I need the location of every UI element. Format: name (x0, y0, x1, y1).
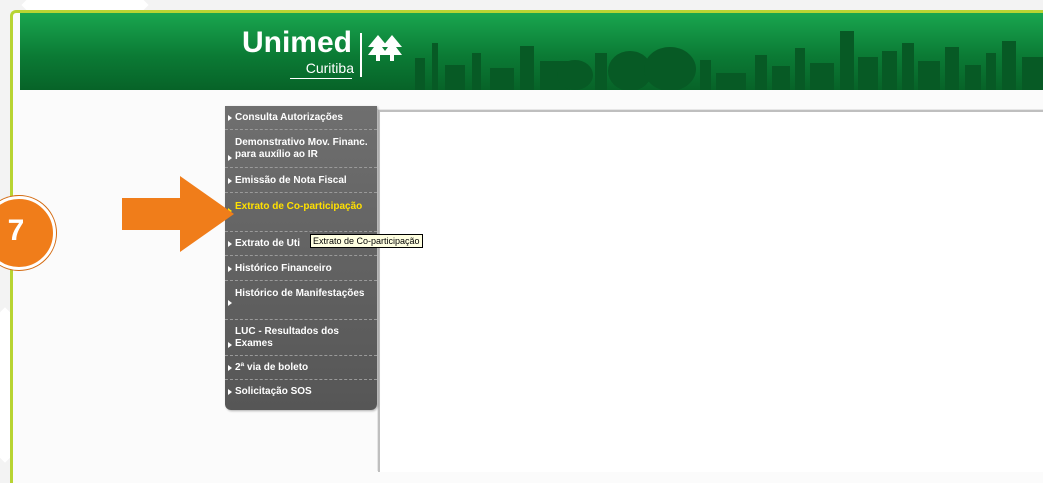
menu-arrow-icon (228, 155, 232, 161)
logo-separator (360, 33, 362, 77)
menu-arrow-icon (228, 115, 232, 121)
menu-item-extrato-coparticipacao[interactable]: Extrato de Co-participação (225, 193, 377, 232)
logo-city-name: Curitiba (305, 60, 354, 76)
menu-arrow-icon (228, 300, 232, 306)
menu-item-solicitacao-sos[interactable]: Solicitação SOS (225, 380, 377, 404)
menu-item-label: Solicitação SOS (235, 386, 312, 397)
menu-item-label: Demonstrativo Mov. Financ. para auxílio … (235, 137, 368, 160)
city-skyline-graphic (415, 31, 1043, 90)
content-area (378, 110, 1043, 472)
menu-item-segunda-via-boleto[interactable]: 2ª via de boleto (225, 356, 377, 380)
pointer-arrow-icon (122, 176, 234, 252)
menu-item-historico-manifestacoes[interactable]: Histórico de Manifestações (225, 281, 377, 320)
menu-item-label: Consulta Autorizações (235, 112, 343, 123)
tooltip: Extrato de Co-participação (310, 234, 423, 248)
menu-item-emissao-nota-fiscal[interactable]: Emissão de Nota Fiscal (225, 168, 377, 193)
menu-arrow-icon (228, 266, 232, 272)
menu-arrow-icon (228, 389, 232, 395)
menu-item-label: Histórico de Manifestações (235, 288, 365, 299)
header-banner: Unimed Curitiba (20, 13, 1043, 90)
menu-item-label: Extrato de Co-participação (235, 201, 363, 212)
menu-item-label: 2ª via de boleto (235, 362, 309, 373)
step-number: 7 (7, 214, 25, 247)
side-menu: Consulta Autorizações Demonstrativo Mov.… (225, 106, 377, 410)
menu-item-luc-resultados-exames[interactable]: LUC - Resultados dos Exames (225, 320, 377, 356)
logo-underline (290, 78, 352, 79)
menu-item-label: Emissão de Nota Fiscal (235, 175, 347, 186)
unimed-logo: Unimed Curitiba (222, 27, 412, 85)
menu-item-historico-financeiro[interactable]: Histórico Financeiro (225, 256, 377, 281)
menu-item-label: LUC - Resultados dos Exames (235, 326, 339, 349)
unimed-trees-icon (368, 35, 402, 61)
menu-item-consulta-autorizacoes[interactable]: Consulta Autorizações (225, 106, 377, 130)
menu-arrow-icon (228, 342, 232, 348)
logo-wordmark: Unimed (241, 26, 352, 59)
menu-item-demonstrativo-ir[interactable]: Demonstrativo Mov. Financ. para auxílio … (225, 130, 377, 168)
menu-item-label: Histórico Financeiro (235, 263, 332, 274)
menu-arrow-icon (228, 365, 232, 371)
